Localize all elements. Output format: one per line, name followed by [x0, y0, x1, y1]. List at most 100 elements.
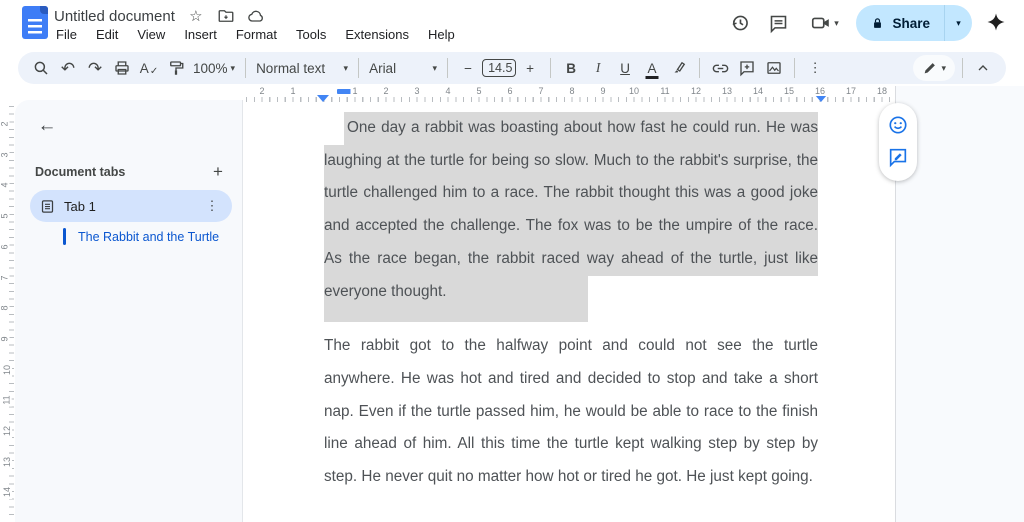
meet-video-call-button[interactable]: ▾ [802, 9, 846, 37]
ruler-number: 3 [0, 150, 10, 159]
editing-mode-button[interactable]: ▾ [913, 55, 955, 81]
italic-button[interactable]: I [585, 55, 611, 81]
move-folder-icon[interactable] [217, 7, 235, 25]
ruler-number: 15 [782, 86, 796, 96]
gemini-sparkle-icon[interactable] [982, 9, 1010, 37]
tab-label: Tab 1 [64, 199, 202, 214]
font-size-input[interactable]: 14.5 [482, 59, 516, 77]
bold-button[interactable]: B [558, 55, 584, 81]
search-menus-icon[interactable] [28, 55, 54, 81]
tab-item-tab1[interactable]: Tab 1 ⋮ [30, 190, 232, 222]
ruler-number: 13 [720, 86, 734, 96]
add-tab-button[interactable]: + [206, 160, 230, 184]
chevron-down-icon: ▾ [231, 63, 236, 74]
decrease-font-size-button[interactable]: − [455, 55, 481, 81]
top-bar: Untitled document ☆ File Edit View Insert Fo… [0, 0, 1024, 46]
increase-font-size-button[interactable]: + [517, 55, 543, 81]
menu-item-edit[interactable]: Edit [94, 27, 120, 42]
ruler-number: 12 [689, 86, 703, 96]
outline-heading-item[interactable]: The Rabbit and the Turtle [63, 228, 219, 245]
divider [245, 58, 246, 78]
print-button[interactable] [109, 55, 135, 81]
chevron-down-icon: ▾ [433, 63, 438, 74]
ruler-number: 8 [567, 86, 576, 96]
menu-item-insert[interactable]: Insert [182, 27, 219, 42]
ruler-number: 13 [2, 455, 12, 469]
paragraph-1-selected[interactable]: One day a rabbit was boasting about how … [324, 112, 818, 308]
right-indent-marker[interactable] [815, 95, 827, 102]
ruler-number: 14 [2, 485, 12, 499]
document-body-text[interactable]: One day a rabbit was boasting about how … [324, 112, 818, 494]
share-dropdown-button[interactable]: ▾ [944, 5, 972, 41]
chevron-down-icon: ▾ [344, 63, 349, 74]
ruler-number: 7 [0, 273, 10, 282]
star-icon[interactable]: ☆ [187, 7, 205, 25]
spellcheck-button[interactable]: A✓ [136, 55, 162, 81]
tab-options-button[interactable]: ⋮ [202, 196, 222, 216]
vertical-ruler[interactable]: 234567891011121314 [0, 106, 15, 522]
menu-item-tools[interactable]: Tools [294, 27, 328, 42]
chevron-down-icon: ▾ [834, 18, 839, 29]
active-heading-indicator [63, 228, 66, 245]
ruler-number: 10 [627, 86, 641, 96]
insert-image-button[interactable] [761, 55, 787, 81]
google-docs-window: Untitled document ☆ File Edit View Insert Fo… [0, 0, 1024, 522]
insert-link-button[interactable] [707, 55, 733, 81]
ruler-number: 9 [0, 334, 10, 343]
divider [550, 58, 551, 78]
paragraph-styles-select[interactable]: Normal text ▾ [253, 55, 351, 81]
text-color-button[interactable]: A [639, 55, 665, 81]
paragraph-1-text: One day a rabbit was boasting about how … [324, 112, 818, 308]
menu-item-file[interactable]: File [54, 27, 79, 42]
ruler-number: 1 [350, 86, 359, 96]
more-options-button[interactable]: ⋮ [802, 55, 828, 81]
ruler-number: 11 [2, 394, 12, 407]
version-history-icon[interactable] [726, 9, 754, 37]
add-comment-button[interactable] [734, 55, 760, 81]
share-split-button: Share ▾ [856, 5, 972, 41]
horizontal-ruler[interactable]: 21123456789101112131415161718 [246, 86, 904, 105]
undo-button[interactable]: ↶ [55, 55, 81, 81]
ruler-number: 6 [505, 86, 514, 96]
document-tabs-panel: ← Document tabs + Tab 1 ⋮ The Rabbit and… [15, 100, 243, 522]
ruler-number: 1 [288, 86, 297, 96]
color-bar [646, 76, 659, 79]
document-title[interactable]: Untitled document [54, 8, 175, 25]
pencil-icon [922, 60, 938, 76]
zoom-select[interactable]: 100% ▾ [190, 55, 238, 81]
suggest-edits-button[interactable] [885, 144, 911, 170]
ruler-number: 5 [0, 212, 10, 221]
font-family-select[interactable]: Arial ▾ [366, 55, 440, 81]
ruler-ticks [246, 97, 904, 102]
menu-item-format[interactable]: Format [234, 27, 279, 42]
cloud-status-icon[interactable] [247, 7, 265, 25]
share-button[interactable]: Share [856, 16, 944, 31]
divider [447, 58, 448, 78]
ruler-number: 10 [2, 363, 12, 377]
menu-item-help[interactable]: Help [426, 27, 457, 42]
emoji-reaction-button[interactable] [885, 112, 911, 138]
close-tabs-panel-button[interactable]: ← [33, 112, 61, 140]
hide-menus-button[interactable] [970, 55, 996, 81]
comment-history-icon[interactable] [764, 9, 792, 37]
ruler-number: 4 [0, 181, 10, 190]
paragraph-2-text: The rabbit got to the halfway point and … [324, 330, 818, 494]
docs-logo-icon[interactable] [22, 6, 48, 39]
menu-item-view[interactable]: View [135, 27, 167, 42]
redo-button[interactable]: ↷ [82, 55, 108, 81]
highlight-color-button[interactable] [666, 55, 692, 81]
logo-fold [40, 6, 48, 14]
ruler-number: 11 [658, 86, 671, 96]
paragraph-2[interactable]: The rabbit got to the halfway point and … [324, 330, 818, 494]
ruler-number: 2 [257, 86, 266, 96]
underline-button[interactable]: U [612, 55, 638, 81]
ruler-number: 18 [875, 86, 889, 96]
lock-icon [870, 16, 885, 31]
tab-document-icon [40, 199, 55, 214]
left-indent-marker[interactable] [317, 95, 329, 102]
menu-item-extensions[interactable]: Extensions [343, 27, 411, 42]
format-toolbar: ↶ ↷ A✓ 100% ▾ Normal text ▾ Arial ▾ − 14… [18, 52, 1006, 84]
paint-format-button[interactable] [163, 55, 189, 81]
chevron-down-icon: ▾ [941, 63, 946, 74]
divider [794, 58, 795, 78]
